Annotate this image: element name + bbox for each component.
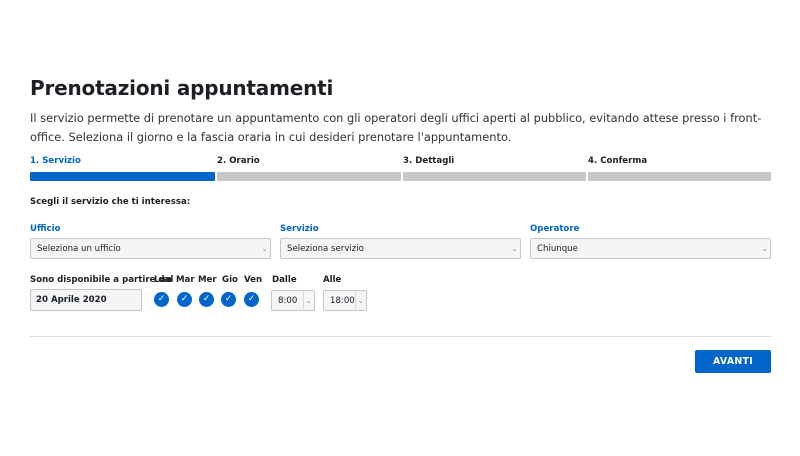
chevron-updown-icon: ⌄	[303, 292, 313, 309]
day-label: Ven	[244, 275, 263, 285]
operatore-value: Chiunque	[537, 243, 578, 254]
step-bar-servizio	[30, 172, 215, 181]
step-orario: 2. Orario	[217, 156, 260, 166]
step-bar-dettagli	[403, 172, 586, 181]
step-dettagli: 3. Dettagli	[403, 156, 454, 166]
from-time-value: 8:00	[278, 295, 298, 306]
day-label: Lun	[154, 275, 172, 285]
progress-steps: 1. Servizio 2. Orario 3. Dettagli 4. Con…	[30, 156, 771, 182]
availability-label: Sono disponibile a partire dal	[30, 275, 174, 285]
ufficio-label: Ufficio	[30, 224, 61, 234]
check-icon[interactable]: ✓	[221, 292, 236, 307]
from-label: Dalle	[272, 275, 297, 285]
step-bar-conferma	[588, 172, 771, 181]
servizio-label: Servizio	[280, 224, 319, 234]
day-label: Mar	[176, 275, 195, 285]
page-title: Prenotazioni appuntamenti	[30, 76, 334, 100]
day-lun: Lun	[154, 275, 172, 285]
step-servizio: 1. Servizio	[30, 156, 81, 166]
step-label: 2. Orario	[217, 156, 260, 166]
day-label: Gio	[222, 275, 238, 285]
divider	[30, 336, 771, 337]
availability-date-value: 20 Aprile 2020	[36, 295, 107, 305]
ufficio-select[interactable]: Seleziona un ufficio ⌄	[30, 238, 271, 259]
to-time-value: 18:00	[330, 295, 355, 306]
to-label: Alle	[323, 275, 342, 285]
to-time-select[interactable]: 18:00 ⌄	[323, 290, 367, 311]
step-label: 4. Conferma	[588, 156, 648, 166]
next-button[interactable]: AVANTI	[695, 350, 771, 373]
availability-date-input[interactable]: 20 Aprile 2020	[30, 289, 142, 311]
check-icon[interactable]: ✓	[177, 292, 192, 307]
step-label: 1. Servizio	[30, 156, 81, 166]
from-time-select[interactable]: 8:00 ⌄	[271, 290, 315, 311]
intro-text: Il servizio permette di prenotare un app…	[30, 111, 762, 144]
check-icon[interactable]: ✓	[244, 292, 259, 307]
check-icon[interactable]: ✓	[154, 292, 169, 307]
step-bar-orario	[217, 172, 401, 181]
servizio-select[interactable]: Seleziona servizio ⌄	[280, 238, 521, 259]
day-ven: Ven	[244, 275, 263, 285]
servizio-value: Seleziona servizio	[287, 243, 364, 254]
day-mar: Mar	[176, 275, 195, 285]
step-label: 3. Dettagli	[403, 156, 455, 166]
day-label: Mer	[198, 275, 217, 285]
day-gio: Gio	[222, 275, 238, 285]
chevron-updown-icon: ⌄	[355, 292, 365, 309]
chevron-updown-icon: ⌄	[511, 244, 518, 253]
check-icon[interactable]: ✓	[199, 292, 214, 307]
ufficio-value: Seleziona un ufficio	[37, 243, 121, 254]
chevron-updown-icon: ⌄	[761, 244, 768, 253]
operatore-label: Operatore	[530, 224, 580, 234]
section-label: Scegli il servizio che ti interessa:	[30, 197, 191, 207]
chevron-updown-icon: ⌄	[261, 244, 268, 253]
day-mer: Mer	[198, 275, 217, 285]
step-conferma: 4. Conferma	[588, 156, 647, 166]
operatore-select[interactable]: Chiunque ⌄	[530, 238, 771, 259]
